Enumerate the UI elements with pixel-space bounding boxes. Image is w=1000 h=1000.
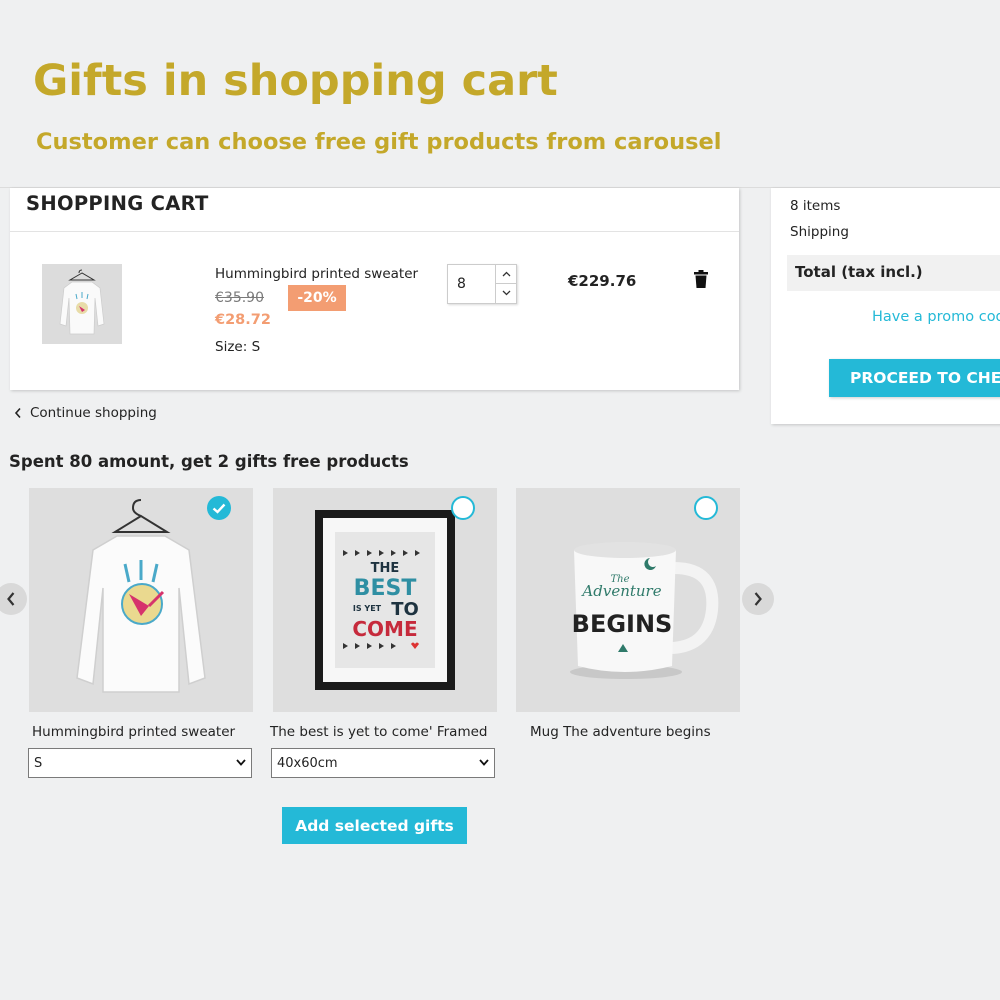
gift-product-name: Mug The adventure begins: [530, 724, 711, 740]
gift-option-select[interactable]: 40x60cm: [271, 748, 495, 778]
mug-text-adventure: Adventure: [580, 582, 661, 600]
gift-select-checkbox[interactable]: [451, 496, 475, 520]
quantity-stepper: [447, 264, 517, 304]
poster-text-come: COME: [352, 617, 417, 641]
gift-product-card: Hummingbird printed sweater S: [28, 488, 253, 778]
add-selected-gifts-button[interactable]: Add selected gifts: [282, 807, 467, 844]
checkmark-icon: [212, 503, 226, 514]
banner-subtitle: Customer can choose free gift products f…: [36, 129, 722, 155]
size-value: S: [251, 339, 261, 355]
promo-code-link[interactable]: Have a promo code?: [872, 309, 1000, 325]
cart-item-name[interactable]: Hummingbird printed sweater: [215, 266, 418, 282]
proceed-to-checkout-button[interactable]: PROCEED TO CHECKOUT: [829, 359, 1000, 397]
gift-select-checkbox[interactable]: [694, 496, 718, 520]
chevron-down-icon: [479, 759, 489, 766]
remove-item-button[interactable]: [693, 270, 711, 292]
gift-product-card: THE BEST IS YET TO COME The best is yet …: [270, 488, 497, 778]
cart-item-size: Size: S: [215, 339, 260, 355]
cart-item-thumbnail[interactable]: [42, 264, 122, 344]
mug-image: The Adventure BEGINS: [570, 542, 719, 679]
banner-title: Gifts in shopping cart: [33, 56, 558, 106]
mug-text-begins: BEGINS: [572, 610, 673, 638]
cart-item-new-price: €28.72: [215, 312, 271, 328]
chevron-up-icon: [502, 271, 511, 277]
summary-items-count: 8 items: [790, 198, 841, 214]
carousel-next-button[interactable]: [742, 583, 774, 615]
poster-text-is-yet: IS YET: [353, 604, 382, 613]
chevron-right-icon: [754, 592, 762, 606]
gift-option-select[interactable]: S: [28, 748, 252, 778]
gift-product-image[interactable]: [29, 488, 253, 712]
continue-shopping-link[interactable]: Continue shopping: [14, 405, 157, 421]
sweater-thumbnail-image: [59, 269, 105, 335]
gift-product-image[interactable]: THE BEST IS YET TO COME: [273, 488, 497, 712]
chevron-left-icon: [14, 407, 21, 419]
gift-product-name: Hummingbird printed sweater: [32, 724, 236, 740]
quantity-input[interactable]: [448, 265, 494, 303]
summary-total-label: Total (tax incl.): [795, 263, 923, 281]
summary-total-row: Total (tax incl.): [787, 255, 1000, 291]
cart-header: SHOPPING CART: [10, 188, 739, 232]
sweater-image: [76, 499, 206, 693]
carousel-prev-button[interactable]: [0, 583, 27, 615]
gift-option-value: S: [34, 756, 43, 771]
cart-summary-panel: 8 items Shipping Total (tax incl.) Have …: [771, 188, 1000, 424]
cart-item-total: €229.76: [568, 272, 637, 290]
discount-badge: -20%: [288, 285, 346, 311]
quantity-increase-button[interactable]: [496, 265, 517, 283]
quantity-buttons: [495, 265, 517, 303]
cart-title: SHOPPING CART: [26, 192, 209, 215]
quantity-decrease-button[interactable]: [496, 283, 517, 302]
size-label: Size:: [215, 339, 248, 355]
cart-item-old-price: €35.90: [215, 290, 264, 306]
framed-poster-image: THE BEST IS YET TO COME: [315, 510, 455, 690]
poster-text-the: THE: [371, 561, 400, 576]
summary-shipping: Shipping: [790, 224, 849, 240]
gifts-heading: Spent 80 amount, get 2 gifts free produc…: [9, 452, 409, 471]
chevron-left-icon: [7, 592, 15, 606]
gift-select-checkbox[interactable]: [207, 496, 231, 520]
gift-product-name: The best is yet to come' Framed: [270, 724, 488, 740]
gift-product-card: The Adventure BEGINS Mug The adventure b…: [516, 488, 740, 740]
shopping-cart-panel: SHOPPING CART Hummingbird printed sweate…: [10, 188, 739, 390]
gift-product-image[interactable]: The Adventure BEGINS: [516, 488, 740, 712]
poster-text-best: BEST: [354, 576, 417, 601]
chevron-down-icon: [502, 290, 511, 296]
continue-shopping-label: Continue shopping: [30, 405, 157, 421]
chevron-down-icon: [236, 759, 246, 766]
trash-icon: [694, 270, 708, 288]
gift-option-value: 40x60cm: [277, 756, 338, 771]
